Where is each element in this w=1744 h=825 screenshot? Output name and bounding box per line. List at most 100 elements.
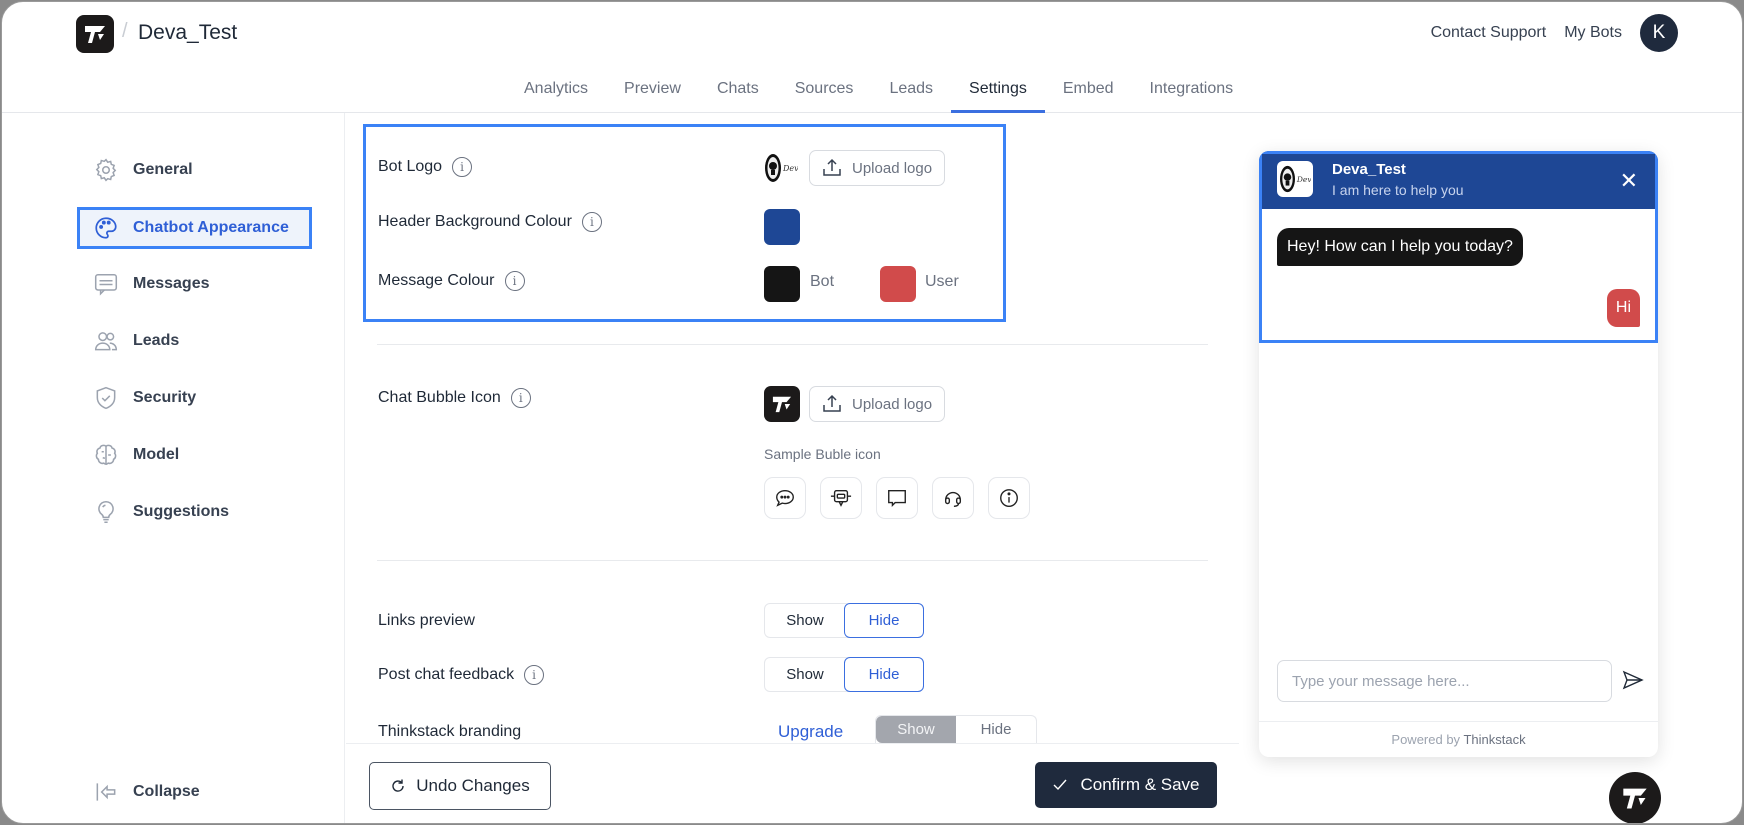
sidebar-item-model[interactable]: Model [77, 434, 312, 476]
check-icon [1053, 779, 1067, 791]
post-chat-feedback-text: Post chat feedback [378, 666, 515, 683]
powered-by-brand[interactable]: Thinkstack [1463, 732, 1525, 747]
chat-bubble-text: Chat Bubble Icon [378, 389, 501, 406]
collapse-icon [96, 783, 116, 801]
branding-toggle: Show Hide [875, 715, 1037, 743]
palette-icon [95, 217, 117, 239]
bot-color-label: Bot [810, 273, 835, 290]
post-chat-feedback-show[interactable]: Show [765, 658, 845, 691]
info-icon[interactable]: i [452, 157, 473, 177]
bot-message-color-swatch[interactable] [764, 266, 800, 302]
tab-analytics[interactable]: Analytics [506, 80, 606, 113]
sample-bubble-headset[interactable] [932, 477, 974, 519]
chat-message-input[interactable] [1277, 660, 1612, 702]
svg-text:Deva: Deva [1296, 175, 1311, 184]
sidebar-item-label: Suggestions [133, 503, 230, 520]
upload-icon [823, 158, 841, 176]
confirm-save-button[interactable]: Confirm & Save [1035, 762, 1217, 808]
tab-chats[interactable]: Chats [699, 80, 777, 113]
sample-bubble-chat-dots[interactable] [764, 477, 806, 519]
upgrade-link[interactable]: Upgrade [778, 722, 843, 742]
undo-changes-button[interactable]: Undo Changes [369, 762, 551, 810]
sample-bubble-info[interactable] [988, 477, 1030, 519]
thinkstack-logo[interactable] [76, 15, 114, 53]
chat-launcher-button[interactable] [1609, 772, 1661, 823]
header-bg-color-swatch[interactable] [764, 209, 800, 245]
links-preview-toggle: Show Hide [764, 603, 924, 638]
info-icon[interactable]: i [581, 212, 602, 232]
powered-by-footer: Powered by Thinkstack [1259, 721, 1658, 757]
sidebar-item-label: General [133, 161, 193, 178]
info-icon[interactable]: i [524, 665, 545, 685]
sample-bubble-robot[interactable] [820, 477, 862, 519]
top-bar: / Deva_Test Contact Support My Bots K An… [2, 2, 1742, 113]
links-preview-hide[interactable]: Hide [844, 603, 924, 638]
settings-sidebar: General Chatbot Appearance Messages Lead… [2, 113, 345, 823]
bot-logo-upload-button[interactable]: Upload logo [809, 150, 946, 186]
chat-square-icon [888, 489, 906, 507]
chat-bubble-upload-button[interactable]: Upload logo [809, 386, 946, 422]
powered-by-text: Powered by [1391, 732, 1461, 747]
headset-icon [944, 491, 962, 507]
my-bots-link[interactable]: My Bots [1564, 24, 1622, 42]
contact-support-link[interactable]: Contact Support [1431, 24, 1547, 42]
thinkstack-logo-icon [1623, 788, 1647, 809]
tab-integrations[interactable]: Integrations [1132, 80, 1252, 113]
sidebar-item-suggestions[interactable]: Suggestions [77, 491, 312, 533]
tab-settings[interactable]: Settings [951, 80, 1045, 113]
info-icon[interactable]: i [510, 388, 531, 408]
user-message-color-swatch[interactable] [880, 266, 916, 302]
chat-preview-header: Deva Deva_Test I am here to help you ✕ [1259, 151, 1658, 209]
chat-bubble-current-icon [764, 386, 800, 422]
chat-bubble-icon-label: Chat Bubble Icon i [378, 388, 531, 408]
robot-chat-icon [830, 489, 852, 507]
message-icon [94, 274, 118, 296]
sidebar-collapse-button[interactable]: Collapse [77, 771, 312, 813]
upload-label: Upload logo [852, 159, 933, 177]
upload-label: Upload logo [852, 395, 933, 413]
branding-show[interactable]: Show [876, 716, 956, 743]
chat-preview-title: Deva_Test [1332, 161, 1406, 178]
links-preview-show[interactable]: Show [765, 604, 845, 637]
bot-message-bubble: Hey! How can I help you today? [1277, 228, 1523, 266]
bot-logo-label: Bot Logo i [378, 157, 473, 177]
save-label: Confirm & Save [1080, 775, 1200, 794]
chat-preview-logo: Deva [1277, 161, 1313, 197]
tab-sources[interactable]: Sources [777, 80, 872, 113]
brain-icon [95, 444, 117, 465]
close-icon[interactable]: ✕ [1620, 168, 1638, 194]
top-right-nav: Contact Support My Bots K [1431, 14, 1678, 52]
refresh-icon [392, 779, 404, 792]
sidebar-item-messages[interactable]: Messages [77, 263, 312, 305]
send-icon[interactable] [1622, 670, 1644, 695]
section-divider [377, 344, 1208, 345]
tab-preview[interactable]: Preview [606, 80, 699, 113]
info-icon [1000, 489, 1018, 507]
tab-leads[interactable]: Leads [871, 80, 951, 113]
user-avatar[interactable]: K [1640, 14, 1678, 52]
tab-embed[interactable]: Embed [1045, 80, 1132, 113]
header-bg-label: Header Background Colour i [378, 212, 602, 232]
post-chat-feedback-hide[interactable]: Hide [844, 657, 924, 692]
info-icon[interactable]: i [504, 271, 525, 291]
chat-dots-icon [776, 489, 794, 507]
sample-bubble-icon-label: Sample Buble icon [764, 446, 881, 462]
main-tabs: Analytics Preview Chats Sources Leads Se… [506, 80, 1251, 113]
sidebar-item-label: Model [133, 446, 180, 463]
header-bg-text: Header Background Colour [378, 213, 572, 230]
post-chat-feedback-toggle: Show Hide [764, 657, 924, 692]
sidebar-item-security[interactable]: Security [77, 377, 312, 419]
branding-hide[interactable]: Hide [956, 716, 1036, 743]
sidebar-item-label: Security [133, 389, 197, 406]
lightbulb-icon [98, 500, 114, 524]
post-chat-feedback-label: Post chat feedback i [378, 665, 545, 685]
sidebar-item-chatbot-appearance[interactable]: Chatbot Appearance [77, 207, 312, 249]
sidebar-item-leads[interactable]: Leads [77, 320, 312, 362]
bot-name-breadcrumb[interactable]: Deva_Test [138, 21, 237, 45]
links-preview-text: Links preview [378, 612, 475, 629]
app-window: / Deva_Test Contact Support My Bots K An… [1, 1, 1743, 824]
sample-bubble-square[interactable] [876, 477, 918, 519]
sidebar-item-general[interactable]: General [77, 149, 312, 191]
shield-check-icon [96, 386, 116, 410]
bot-logo-preview: Deva [764, 152, 798, 184]
